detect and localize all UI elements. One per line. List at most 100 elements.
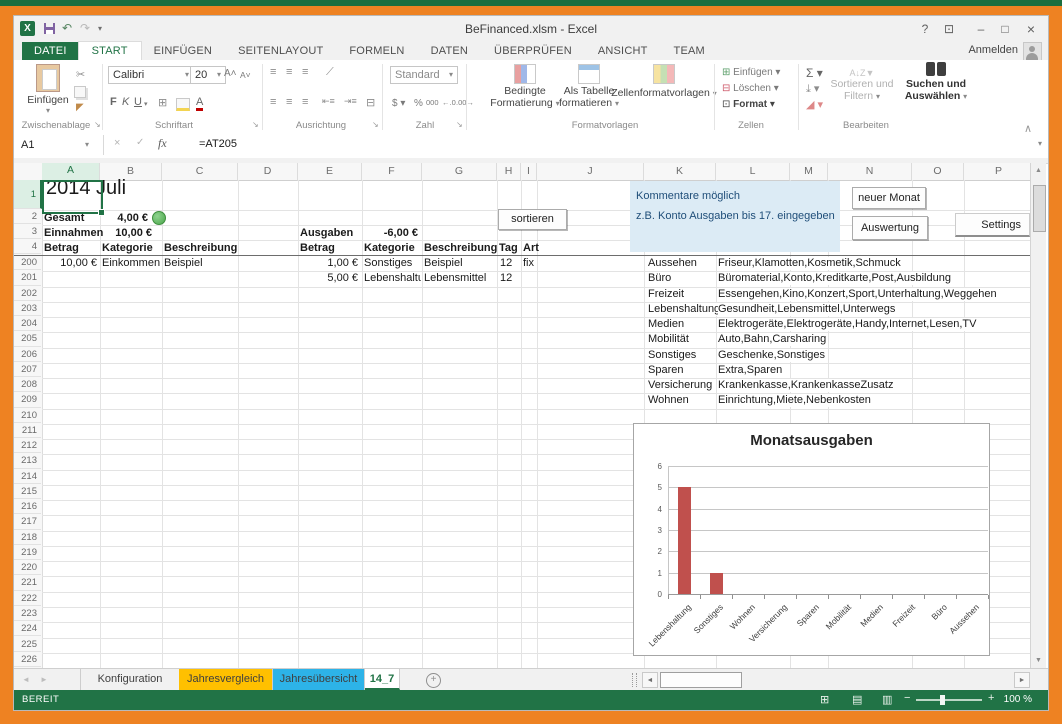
scroll-up-icon[interactable]: ▲ xyxy=(1031,167,1046,174)
row-header-212[interactable]: 212 xyxy=(14,439,41,453)
category-name[interactable]: Büro xyxy=(648,272,673,285)
sheet-tab-konfiguration[interactable]: Konfiguration xyxy=(80,669,180,690)
cell-d200-beschreibung[interactable]: Beispiel xyxy=(164,257,203,270)
sheet-grid[interactable]: ABCDEFGHIJKLMNOP 12342002012022032042052… xyxy=(14,163,1030,668)
align-center-icon[interactable]: ≡ xyxy=(286,96,292,108)
category-items[interactable]: Extra,Sparen xyxy=(718,364,784,377)
row-header-2[interactable]: 2 xyxy=(14,210,41,224)
row-header-214[interactable]: 214 xyxy=(14,470,41,484)
sort-filter-button[interactable]: A↓Z▼ Sortieren und Filtern ▾ xyxy=(826,68,898,102)
cell-i200-art[interactable]: fix xyxy=(523,257,534,270)
ribbon-tab-formeln[interactable]: FORMELN xyxy=(336,42,417,60)
expand-formula-bar-icon[interactable]: ▾ xyxy=(1038,139,1042,148)
row-header-216[interactable]: 216 xyxy=(14,500,41,514)
ribbon-tab-ansicht[interactable]: ANSICHT xyxy=(585,42,661,60)
category-name[interactable]: Wohnen xyxy=(648,394,691,407)
fill-icon[interactable]: ⤓ ▾ xyxy=(806,82,819,96)
row-header-200[interactable]: 200 xyxy=(14,256,41,270)
insert-cells-button[interactable]: ⊞ Einfügen ▾ xyxy=(722,67,780,78)
row-header-215[interactable]: 215 xyxy=(14,485,41,499)
column-header-K[interactable]: K xyxy=(644,163,716,181)
scroll-down-icon[interactable]: ▼ xyxy=(1031,657,1046,664)
ribbon-tab-einfügen[interactable]: EINFÜGEN xyxy=(141,42,225,60)
header-right-kategorie[interactable]: Kategorie xyxy=(364,242,415,255)
font-name-select[interactable]: Calibri▾ xyxy=(108,66,194,84)
category-name[interactable]: Lebenshaltung xyxy=(648,303,722,316)
row-header-205[interactable]: 205 xyxy=(14,332,41,346)
alignment-dialog-launcher-icon[interactable]: ↘ xyxy=(372,120,379,129)
column-header-F[interactable]: F xyxy=(362,163,422,181)
category-items[interactable]: Einrichtung,Miete,Nebenkosten xyxy=(718,394,873,407)
column-header-G[interactable]: G xyxy=(422,163,497,181)
cell-ausgaben-label[interactable]: Ausgaben xyxy=(300,227,353,240)
header-right-tag[interactable]: Tag xyxy=(499,242,518,255)
row-header-209[interactable]: 209 xyxy=(14,393,41,407)
column-header-N[interactable]: N xyxy=(828,163,912,181)
horizontal-scroll-thumb[interactable] xyxy=(660,672,742,688)
cell-e200-betrag[interactable]: 1,00 € xyxy=(298,257,358,270)
font-size-select[interactable]: 20▾ xyxy=(190,66,226,84)
grow-font-icon[interactable]: A˄ xyxy=(224,68,237,79)
shrink-font-icon[interactable]: A˅ xyxy=(240,70,251,80)
row-header-213[interactable]: 213 xyxy=(14,454,41,468)
row-header-202[interactable]: 202 xyxy=(14,287,41,301)
borders-icon[interactable]: ⊞ xyxy=(158,96,167,109)
font-color-icon[interactable]: A xyxy=(196,96,203,111)
normal-view-icon[interactable]: ⊞ xyxy=(820,693,829,706)
row-header-226[interactable]: 226 xyxy=(14,653,41,667)
number-format-select[interactable]: Standard▾ xyxy=(390,66,458,84)
row-header-211[interactable]: 211 xyxy=(14,424,41,438)
cell-h201-tag[interactable]: 12 xyxy=(500,272,512,285)
header-right-art[interactable]: Art xyxy=(523,242,539,255)
category-name[interactable]: Aussehen xyxy=(648,257,699,270)
maximize-icon[interactable]: □ xyxy=(994,20,1016,38)
cell-c200-kategorie[interactable]: Einkommen xyxy=(102,257,160,270)
percent-format-icon[interactable]: % xyxy=(414,98,423,109)
avatar[interactable] xyxy=(1023,42,1042,61)
ribbon-tab-team[interactable]: TEAM xyxy=(661,42,718,60)
help-icon[interactable]: ? xyxy=(914,20,936,38)
row-header-206[interactable]: 206 xyxy=(14,348,41,362)
format-cells-button[interactable]: ⊡ Format ▾ xyxy=(722,99,775,110)
clear-icon[interactable]: ◢ ▾ xyxy=(806,98,823,111)
decrease-indent-icon[interactable]: ⇤≡ xyxy=(322,96,335,107)
row-header-220[interactable]: 220 xyxy=(14,561,41,575)
tab-split-handle[interactable] xyxy=(632,673,637,687)
select-all-corner[interactable] xyxy=(14,163,43,181)
wrap-text-icon[interactable]: ⊟ xyxy=(366,96,375,109)
zoom-out-icon[interactable]: − xyxy=(904,692,910,704)
page-break-view-icon[interactable]: ▥ xyxy=(882,693,892,706)
row-header-225[interactable]: 225 xyxy=(14,638,41,652)
cell-f201-kategorie[interactable]: Lebenshaltu xyxy=(364,272,421,285)
header-right-beschreibung[interactable]: Beschreibung xyxy=(424,242,497,255)
column-header-M[interactable]: M xyxy=(790,163,828,181)
cell-einnahmen-label[interactable]: Einnahmen xyxy=(44,227,103,240)
fill-handle[interactable] xyxy=(98,209,105,216)
orientation-icon[interactable]: ⟋ xyxy=(326,66,334,79)
ribbon-tab-datei[interactable]: DATEI xyxy=(22,42,79,60)
monatsausgaben-chart[interactable]: Monatsausgaben 0123456LebenshaltungSonst… xyxy=(633,423,990,656)
cell-einnahmen-value[interactable]: 10,00 € xyxy=(100,227,152,240)
cell-gesamt-value[interactable]: 4,00 € xyxy=(100,212,148,225)
header-left-betrag[interactable]: Betrag xyxy=(44,242,79,255)
row-header-210[interactable]: 210 xyxy=(14,409,41,423)
row-header-224[interactable]: 224 xyxy=(14,622,41,636)
row-header-201[interactable]: 201 xyxy=(14,271,41,285)
row-header-217[interactable]: 217 xyxy=(14,515,41,529)
comma-format-icon[interactable]: 000 xyxy=(426,98,439,107)
row-header-203[interactable]: 203 xyxy=(14,302,41,316)
row-header-222[interactable]: 222 xyxy=(14,592,41,606)
ribbon-tab-seitenlayout[interactable]: SEITENLAYOUT xyxy=(225,42,336,60)
row-header-223[interactable]: 223 xyxy=(14,607,41,621)
find-select-button[interactable]: Suchen und Auswählen ▾ xyxy=(898,62,974,102)
category-items[interactable]: Büromaterial,Konto,Kreditkarte,Post,Ausb… xyxy=(718,272,953,285)
zoom-slider-thumb[interactable] xyxy=(940,695,945,705)
autosum-icon[interactable]: Σ ▾ xyxy=(806,66,823,80)
column-header-L[interactable]: L xyxy=(716,163,790,181)
header-left-beschreibung[interactable]: Beschreibung xyxy=(164,242,237,255)
category-items[interactable]: Krankenkasse,KrankenkasseZusatz xyxy=(718,379,895,392)
close-icon[interactable]: × xyxy=(1020,20,1042,38)
column-header-H[interactable]: H xyxy=(497,163,521,181)
cell-ausgaben-value[interactable]: -6,00 € xyxy=(362,227,418,240)
cell-styles-button[interactable]: Zellenformatvorlagen ▾ xyxy=(606,64,722,99)
